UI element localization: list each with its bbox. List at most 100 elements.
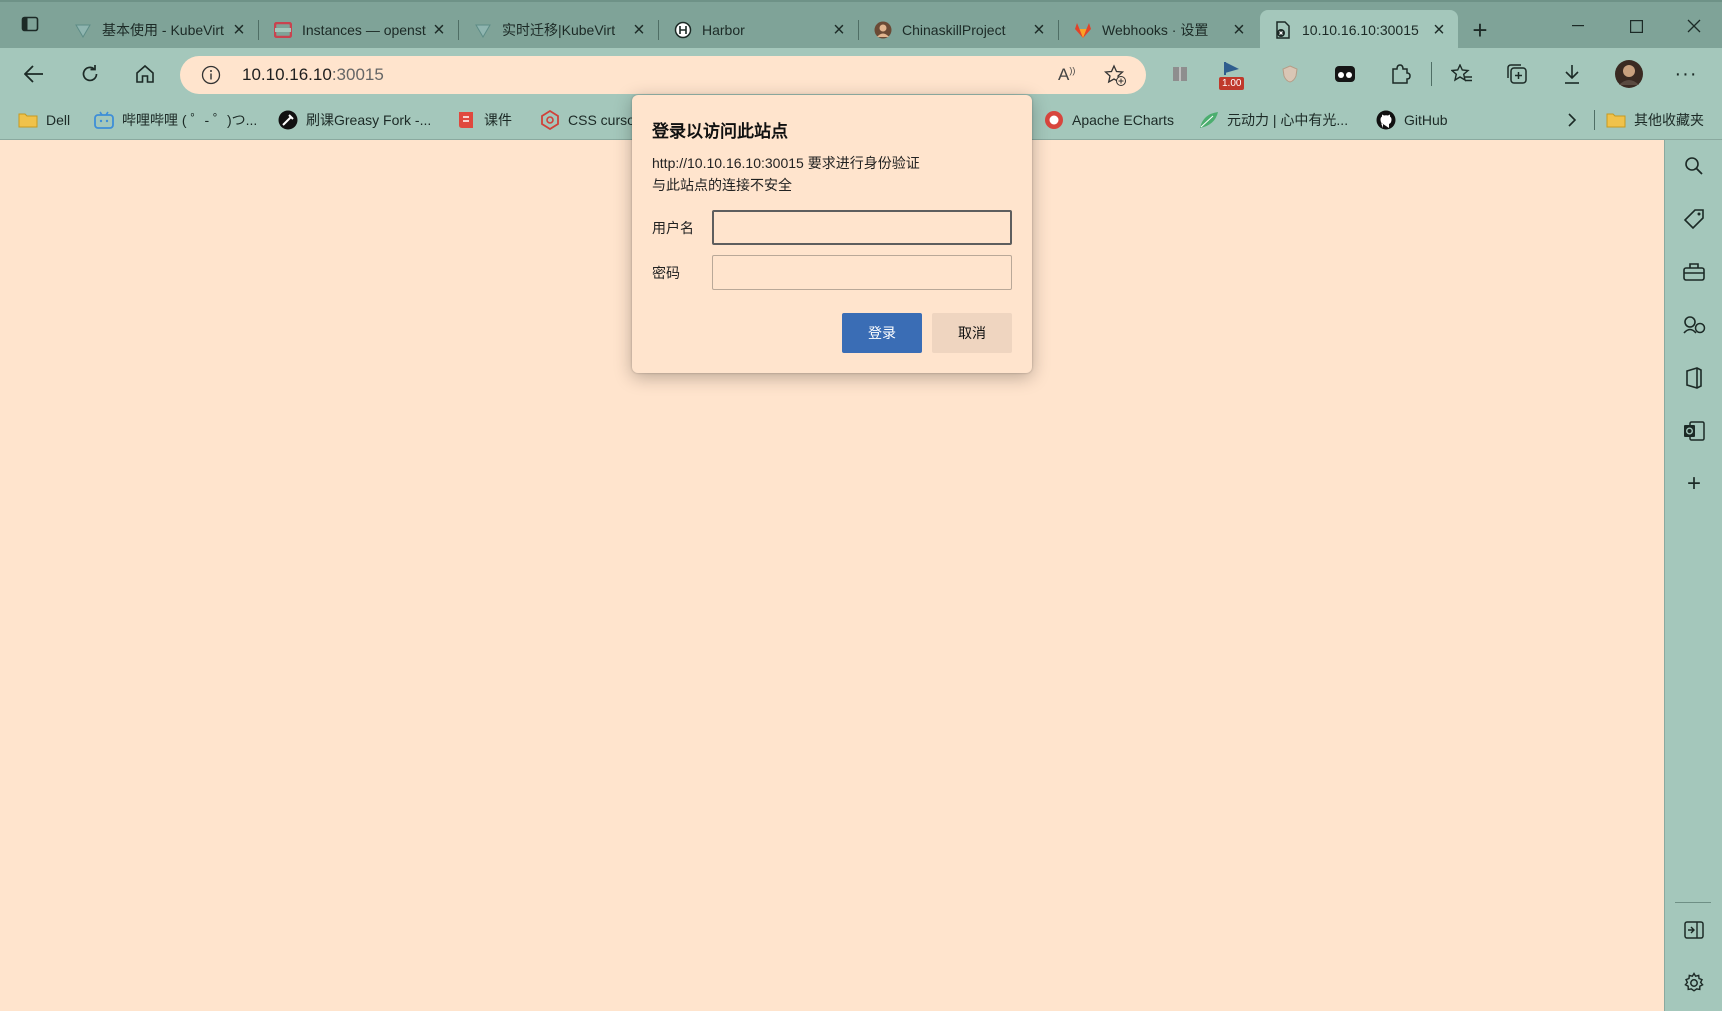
profile-button[interactable] [1611, 56, 1647, 92]
close-icon[interactable]: × [826, 17, 852, 43]
greasyfork-icon [278, 110, 298, 130]
settings-more-button[interactable]: ··· [1668, 56, 1704, 92]
mask-icon [1335, 66, 1355, 82]
bookmark-css-cursor[interactable]: CSS cursor [540, 106, 640, 134]
sidebar-hide-button[interactable] [1676, 912, 1712, 948]
maximize-button[interactable] [1608, 6, 1664, 46]
close-icon[interactable]: × [1426, 17, 1452, 43]
bookmark-label: Apache ECharts [1072, 112, 1174, 128]
home-button[interactable] [127, 56, 163, 92]
sidebar-search-button[interactable] [1676, 148, 1712, 184]
site-info-icon[interactable] [200, 64, 222, 86]
downloads-button[interactable] [1554, 56, 1590, 92]
read-aloud-icon[interactable]: A)) [1058, 65, 1075, 85]
bookmark-other-favorites[interactable]: 其他收藏夹 [1606, 106, 1704, 134]
refresh-icon [82, 65, 98, 82]
close-icon[interactable]: × [1026, 17, 1052, 43]
tab-current-site[interactable]: 10.10.16.10:30015 × [1260, 10, 1458, 50]
bookmark-label: GitHub [1404, 112, 1448, 128]
window-close-icon [1687, 19, 1701, 33]
bookmark-greasyfork[interactable]: 刷课Greasy Fork -... [278, 106, 431, 134]
games-icon [1683, 316, 1706, 334]
auth-required-message: http://10.10.16.10:30015 要求进行身份验证 [652, 155, 920, 171]
minimize-button[interactable] [1550, 6, 1606, 46]
reading-view-button[interactable] [1162, 56, 1198, 92]
close-icon[interactable]: × [1226, 17, 1252, 43]
bookmark-github[interactable]: GitHub [1376, 106, 1448, 134]
tab-title: Harbor [702, 22, 745, 38]
bookmark-label: 元动力 | 心中有光... [1227, 112, 1349, 128]
bookmark-courseware[interactable]: 课件 [456, 106, 512, 134]
bookmarks-overflow-button[interactable] [1562, 106, 1582, 134]
bookmark-label: CSS cursor [568, 112, 640, 128]
add-favorite-icon[interactable] [1103, 64, 1126, 89]
sidebar-games-button[interactable] [1676, 307, 1712, 343]
edge-sidebar: + [1664, 140, 1722, 1011]
tab-chinaskill-project[interactable]: ChinaskillProject × [860, 10, 1059, 50]
cancel-button[interactable]: 取消 [932, 313, 1012, 353]
tab-harbor[interactable]: Harbor × [660, 10, 859, 50]
bookmark-label: 哔哩哔哩 ( ゜- ゜)つ... [122, 112, 258, 128]
sidebar-shopping-button[interactable] [1676, 201, 1712, 237]
url-text[interactable]: 10.10.16.10:30015 [242, 65, 384, 85]
sidebar-tools-button[interactable] [1676, 254, 1712, 290]
leaf-icon [1199, 110, 1219, 130]
password-label: 密码 [652, 264, 680, 281]
bookmark-dell[interactable]: Dell [18, 106, 70, 134]
tab-kubevirt-basic[interactable]: 基本使用 - KubeVirt × [60, 10, 259, 50]
extension-counter-button[interactable]: 1.00 [1217, 56, 1253, 92]
plus-icon: + [1472, 14, 1488, 45]
avatar [1615, 60, 1643, 88]
tab-openstack-instances[interactable]: Instances — openstack × [260, 10, 459, 50]
insecure-connection-message: 与此站点的连接不安全 [652, 177, 792, 193]
extension-mask-button[interactable] [1327, 56, 1363, 92]
password-input[interactable] [712, 255, 1012, 290]
collections-button[interactable] [1499, 56, 1535, 92]
extension-shield-button[interactable] [1272, 56, 1308, 92]
favorites-button[interactable] [1444, 56, 1480, 92]
maximize-icon [1629, 19, 1643, 33]
username-label: 用户名 [652, 219, 694, 236]
collections-icon [1507, 64, 1527, 84]
tab-kubevirt-migration[interactable]: 实时迁移|KubeVirt × [460, 10, 659, 50]
toolbox-icon [1683, 263, 1705, 281]
tab-actions-button[interactable] [12, 6, 48, 42]
tag-icon [1683, 209, 1704, 230]
bookmark-echarts[interactable]: Apache ECharts [1044, 106, 1174, 134]
address-bar[interactable]: 10.10.16.10:30015 A)) [180, 56, 1146, 94]
back-button[interactable] [16, 56, 52, 92]
download-icon [1565, 65, 1579, 84]
refresh-button[interactable] [72, 56, 108, 92]
bookmark-label: 刷课Greasy Fork -... [306, 112, 432, 128]
new-tab-button[interactable]: + [1462, 12, 1498, 48]
kubevirt-icon [74, 21, 92, 39]
more-icon: ··· [1674, 62, 1698, 85]
bookmark-bilibili[interactable]: 哔哩哔哩 ( ゜- ゜)つ... [94, 106, 257, 134]
username-row: 用户名 [652, 210, 1012, 245]
sidebar-outlook-button[interactable] [1676, 413, 1712, 449]
collapse-sidebar-icon [1684, 921, 1704, 939]
bookmark-yuandongli[interactable]: 元动力 | 心中有光... [1199, 106, 1348, 134]
extensions-button[interactable] [1382, 56, 1418, 92]
close-icon[interactable]: × [226, 17, 252, 43]
close-icon[interactable]: × [426, 17, 452, 43]
sidebar-add-button[interactable]: + [1676, 466, 1712, 502]
avatar-icon [874, 21, 892, 39]
tab-actions-icon [21, 16, 39, 32]
login-button[interactable]: 登录 [842, 313, 922, 353]
book-icon [1173, 67, 1187, 81]
window-close-button[interactable] [1666, 6, 1722, 46]
close-icon[interactable]: × [626, 17, 652, 43]
url-host: 10.10.16.10 [242, 65, 332, 84]
bilibili-icon [94, 110, 114, 130]
dialog-title: 登录以访问此站点 [652, 122, 788, 141]
username-input[interactable] [712, 210, 1012, 245]
sidebar-settings-button[interactable] [1676, 965, 1712, 1001]
github-icon [1376, 110, 1396, 130]
bookmark-label: 其他收藏夹 [1634, 112, 1704, 128]
chevron-right-icon [1568, 113, 1577, 127]
tab-webhooks-settings[interactable]: Webhooks · 设置 × [1060, 10, 1258, 50]
sidebar-office-button[interactable] [1676, 360, 1712, 396]
tab-strip: 基本使用 - KubeVirt × Instances — openstack … [0, 0, 1722, 50]
auth-dialog: 登录以访问此站点 http://10.10.16.10:30015 要求进行身份… [632, 95, 1032, 373]
